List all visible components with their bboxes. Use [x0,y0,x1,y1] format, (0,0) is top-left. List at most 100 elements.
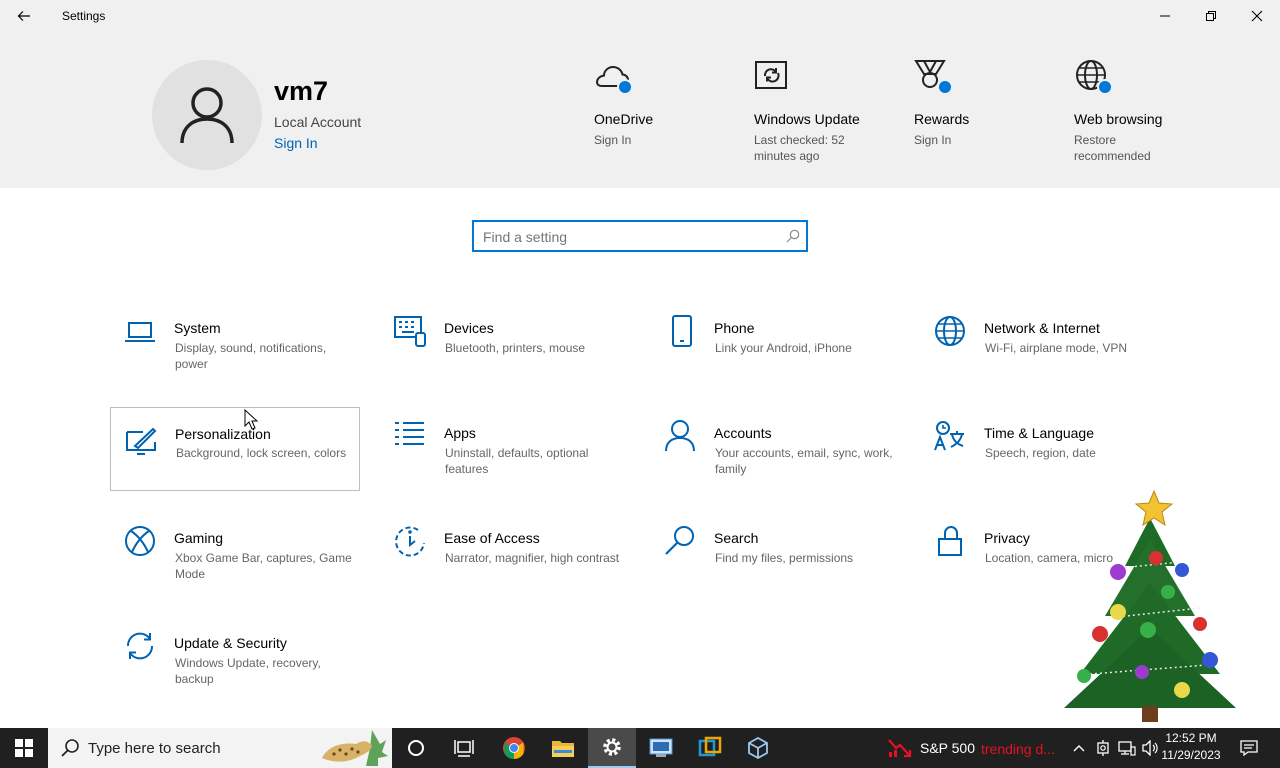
search-icon [61,739,79,757]
category-apps[interactable]: Apps Uninstall, defaults, optional featu… [381,413,631,497]
category-time-language[interactable]: Time & Language Speech, region, date [921,413,1171,497]
christmas-tree-widget [1064,489,1236,722]
restore-icon [1206,11,1216,21]
status-dot [617,79,633,95]
network-device-tray-icon[interactable] [1092,728,1114,768]
taskbar-search-placeholder: Type here to search [88,740,221,757]
phone-icon [672,315,692,347]
category-system[interactable]: System Display, sound, notifications, po… [111,308,361,392]
category-search[interactable]: Search Find my files, permissions [651,518,901,602]
laptop-icon [125,322,155,342]
cortana-button[interactable] [392,728,440,768]
globe-icon [935,316,965,346]
virtualbox-taskbar-button[interactable] [686,728,734,768]
chrome-icon [503,737,525,759]
sync-icon [126,632,154,660]
category-update-security[interactable]: Update & Security Windows Update, recove… [111,623,361,707]
minimize-button[interactable] [1142,0,1188,32]
show-hidden-icons-button[interactable] [1068,728,1090,768]
category-subtitle: Xbox Game Bar, captures, Game Mode [175,551,352,581]
header-item-rewards[interactable]: Rewards Sign In [914,58,1064,148]
header-item-title: Web browsing [1074,111,1163,127]
chrome-taskbar-button[interactable] [490,728,538,768]
category-accounts[interactable]: Accounts Your accounts, email, sync, wor… [651,413,901,497]
taskbar-search-box[interactable]: Type here to search [48,728,392,768]
ease-of-access-icon [395,526,425,557]
task-view-button[interactable] [440,728,488,768]
volume-tray-icon[interactable] [1140,728,1162,768]
category-devices[interactable]: Devices Bluetooth, printers, mouse [381,308,631,392]
header-item-title: Windows Update [754,111,860,127]
category-title: Accounts [714,425,772,441]
category-phone[interactable]: Phone Link your Android, iPhone [651,308,901,392]
leopard-illustration-icon [322,730,388,766]
category-network-internet[interactable]: Network & Internet Wi-Fi, airplane mode,… [921,308,1171,392]
category-title: Update & Security [174,635,287,651]
header-item-web-browsing[interactable]: Web browsing Restore recommended [1074,58,1184,164]
close-button[interactable] [1234,0,1280,32]
settings-taskbar-button[interactable] [588,728,636,768]
category-title: Apps [444,425,476,441]
header-item-windows-update[interactable]: Windows Update Last checked: 52 minutes … [754,58,874,164]
category-title: Devices [444,320,494,336]
action-center-button[interactable] [1234,728,1264,768]
windows-logo-icon [15,739,33,757]
category-subtitle: Link your Android, iPhone [715,341,852,355]
category-title: Ease of Access [444,530,540,546]
device-icon [1097,740,1109,756]
header-item-onedrive[interactable]: OneDrive Sign In [594,58,744,148]
network-tray-icon[interactable] [1116,728,1138,768]
globe-icon [1074,58,1114,98]
category-title: Network & Internet [984,320,1100,336]
cube-icon [748,736,768,760]
search-input[interactable] [483,227,773,247]
clock-time: 12:52 PM [1165,731,1217,745]
category-subtitle: Find my files, permissions [715,551,854,565]
remote-desktop-icon [649,738,673,757]
category-title: Gaming [174,530,224,546]
lock-icon [938,526,962,556]
paint-icon [126,427,157,455]
category-title: System [174,320,221,336]
remote-desktop-taskbar-button[interactable] [637,728,685,768]
stock-down-icon [888,739,912,758]
taskbar-clock[interactable]: 12:52 PM 11/29/2023 [1160,730,1222,764]
restore-button[interactable] [1188,0,1234,32]
file-explorer-taskbar-button[interactable] [539,728,587,768]
chevron-up-icon [1073,745,1085,752]
folder-icon [552,741,574,757]
category-subtitle: Narrator, magnifier, high contrast [445,551,620,565]
back-arrow-icon [17,11,30,21]
news-widget[interactable]: S&P 500 trending d... [884,728,1064,768]
category-personalization[interactable]: Personalization Background, lock screen,… [110,407,360,491]
category-subtitle: Uninstall, defaults, optional features [445,446,589,476]
speaker-icon [1142,740,1158,756]
category-subtitle: Your accounts, email, sync, work, family [715,446,893,476]
category-gaming[interactable]: Gaming Xbox Game Bar, captures, Game Mod… [111,518,361,602]
account-type: Local Account [274,114,362,130]
language-icon [934,421,964,451]
category-subtitle: Bluetooth, printers, mouse [445,341,586,355]
category-subtitle: Wi-Fi, airplane mode, VPN [985,341,1128,355]
header-item-subtitle: Sign In [914,133,952,147]
keyboard-icon [394,316,426,347]
category-subtitle: Display, sound, notifications, power [175,341,327,371]
category-title: Phone [714,320,755,336]
account-header: vm7 Local Account Sign In OneDrive Sign … [0,32,1280,188]
find-setting-search[interactable] [472,220,808,252]
category-title: Privacy [984,530,1030,546]
3d-app-taskbar-button[interactable] [734,728,782,768]
gear-icon [603,738,621,756]
status-dot [937,79,953,95]
title-bar: Settings [0,0,1280,32]
back-button[interactable] [8,0,40,32]
category-title: Search [714,530,759,546]
account-sign-in-link[interactable]: Sign In [274,135,318,151]
task-view-icon [454,740,474,757]
virtualbox-icon [698,736,722,757]
medal-icon [914,58,954,98]
apps-list-icon [395,422,424,445]
category-ease-of-access[interactable]: Ease of Access Narrator, magnifier, high… [381,518,631,602]
start-button[interactable] [0,728,48,768]
close-icon [1251,10,1263,22]
